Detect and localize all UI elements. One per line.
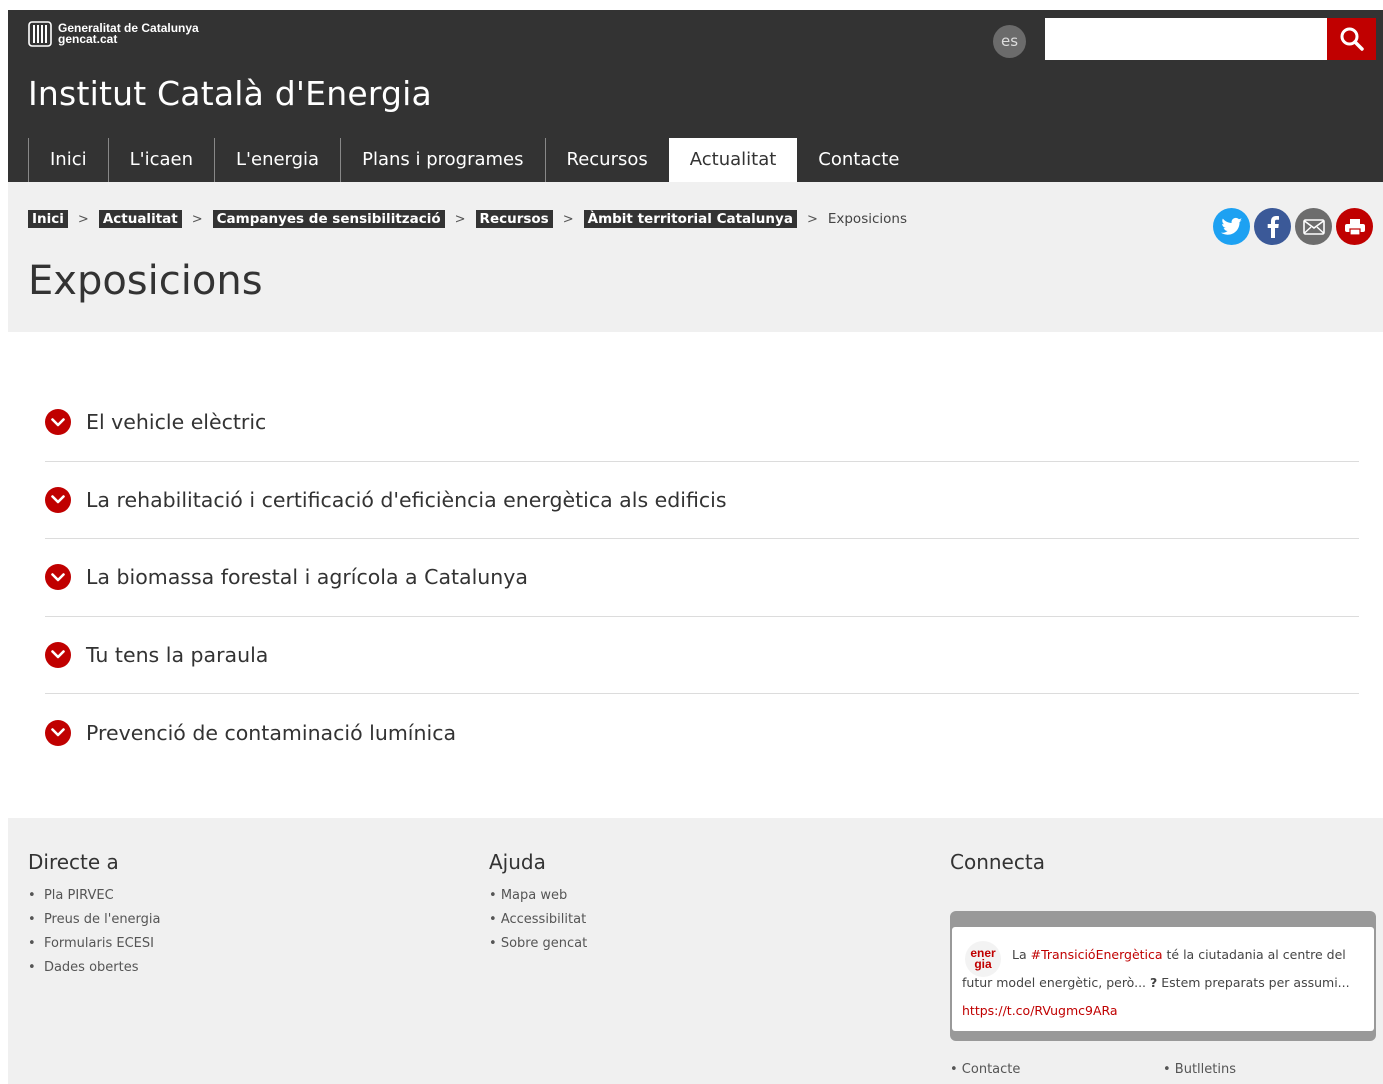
footer-link[interactable]: • Dades obertes	[28, 958, 161, 982]
footer-link[interactable]: • Mapa web	[489, 886, 587, 910]
footer-link[interactable]: • Formularis ECESI	[28, 934, 161, 958]
accordion-label: La rehabilitació i certificació d'eficiè…	[86, 487, 727, 512]
share-bar	[1213, 208, 1373, 245]
nav-item-energia[interactable]: L'energia	[214, 138, 340, 182]
tweet-hashtag-link[interactable]: #TransicióEnergètica	[1031, 947, 1163, 962]
accordion-label: El vehicle elèctric	[86, 410, 267, 435]
chevron-down-icon	[45, 564, 71, 591]
accordion-label: Tu tens la paraula	[86, 642, 269, 667]
footer-link[interactable]: • Pla PIRVEC	[28, 886, 161, 910]
breadcrumb: Inici > Actualitat > Campanyes de sensib…	[28, 210, 907, 228]
twitter-share-button[interactable]	[1213, 208, 1250, 245]
footer-connecta-title: Connecta	[950, 850, 1045, 874]
search-icon	[1340, 27, 1364, 51]
footer-contacte-link[interactable]: • Contacte	[950, 1062, 1020, 1077]
breadcrumb-current: Exposicions	[827, 211, 907, 227]
tweet-url-link[interactable]: https://t.co/RVugmc9ARa	[962, 1003, 1118, 1018]
nav-item-plans[interactable]: Plans i programes	[340, 138, 544, 182]
page-title: Exposicions	[28, 258, 263, 304]
nav-item-inici[interactable]: Inici	[28, 138, 108, 182]
breadcrumb-separator: >	[454, 211, 466, 227]
footer-directe: Directe a • Pla PIRVEC • Preus de l'ener…	[28, 850, 161, 982]
accordion-item[interactable]: La biomassa forestal i agrícola a Catalu…	[45, 539, 1359, 617]
breadcrumb-separator: >	[562, 211, 574, 227]
footer-ajuda: Ajuda • Mapa web • Accessibilitat • Sobr…	[489, 850, 587, 958]
footer-directe-title: Directe a	[28, 850, 119, 874]
title-band: Inici > Actualitat > Campanyes de sensib…	[8, 182, 1383, 332]
chevron-down-icon	[45, 409, 71, 436]
energia-avatar[interactable]: ener gia	[965, 941, 1001, 977]
print-share-button[interactable]	[1336, 208, 1373, 245]
generalitat-logo[interactable]: Generalitat de Catalunya gencat.cat	[28, 21, 199, 47]
site-header: Generalitat de Catalunya gencat.cat es I…	[8, 10, 1383, 182]
accordion-label: La biomassa forestal i agrícola a Catalu…	[86, 565, 528, 590]
breadcrumb-ambit[interactable]: Àmbit territorial Catalunya	[583, 210, 797, 228]
footer-butlletins-link[interactable]: • Butlletins	[1163, 1062, 1236, 1077]
facebook-icon	[1267, 215, 1279, 238]
search-button[interactable]	[1327, 18, 1376, 60]
chevron-down-icon	[45, 719, 71, 746]
chevron-down-icon	[45, 641, 71, 668]
site-title[interactable]: Institut Català d'Energia	[28, 74, 432, 113]
footer-link[interactable]: • Sobre gencat	[489, 934, 587, 958]
breadcrumb-recursos[interactable]: Recursos	[475, 210, 553, 228]
main-nav: Inici L'icaen L'energia Plans i programe…	[28, 138, 920, 182]
footer-connecta: Connecta	[950, 850, 1045, 886]
breadcrumb-actualitat[interactable]: Actualitat	[98, 210, 182, 228]
search-input[interactable]	[1045, 18, 1327, 60]
site-footer: Directe a • Pla PIRVEC • Preus de l'ener…	[8, 818, 1383, 1084]
nav-item-contacte[interactable]: Contacte	[797, 138, 920, 182]
accordion-label: Prevenció de contaminació lumínica	[86, 720, 457, 745]
footer-ajuda-title: Ajuda	[489, 850, 546, 874]
gencat-domain: gencat.cat	[58, 32, 118, 46]
email-icon	[1302, 218, 1325, 235]
tweet-card: ener gia La #TransicióEnergètica té la c…	[952, 927, 1374, 1031]
language-es-button[interactable]: es	[993, 25, 1026, 58]
print-icon	[1344, 218, 1365, 236]
facebook-share-button[interactable]	[1254, 208, 1291, 245]
email-share-button[interactable]	[1295, 208, 1332, 245]
chevron-down-icon	[45, 486, 71, 513]
twitter-widget: ener gia La #TransicióEnergètica té la c…	[950, 911, 1376, 1041]
accordion-item[interactable]: La rehabilitació i certificació d'eficiè…	[45, 462, 1359, 539]
twitter-icon	[1220, 217, 1242, 235]
tweet-text: La #TransicióEnergètica té la ciutadania…	[962, 947, 1350, 1018]
accordion-item[interactable]: Prevenció de contaminació lumínica	[45, 694, 1359, 772]
nav-item-recursos[interactable]: Recursos	[544, 138, 669, 182]
nav-item-icaen[interactable]: L'icaen	[107, 138, 214, 182]
generalitat-emblem-icon	[28, 21, 52, 47]
footer-link[interactable]: • Accessibilitat	[489, 910, 587, 934]
breadcrumb-separator: >	[191, 211, 203, 227]
exhibitions-accordion: El vehicle elèctric La rehabilitació i c…	[45, 384, 1359, 772]
accordion-item[interactable]: Tu tens la paraula	[45, 617, 1359, 694]
accordion-item[interactable]: El vehicle elèctric	[45, 384, 1359, 462]
breadcrumb-separator: >	[77, 211, 89, 227]
breadcrumb-inici[interactable]: Inici	[28, 210, 68, 228]
breadcrumb-campanyes[interactable]: Campanyes de sensibilització	[212, 210, 445, 228]
footer-link[interactable]: • Preus de l'energia	[28, 910, 161, 934]
breadcrumb-separator: >	[806, 211, 818, 227]
nav-item-actualitat[interactable]: Actualitat	[668, 138, 798, 182]
